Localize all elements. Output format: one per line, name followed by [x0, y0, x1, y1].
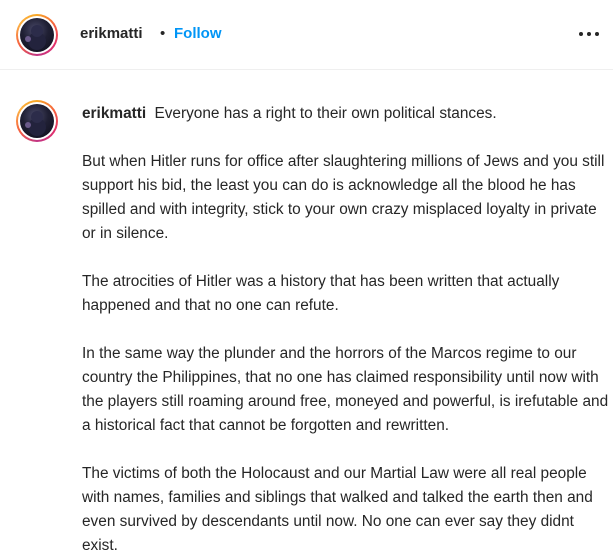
- comment-paragraph-text: Everyone has a right to their own politi…: [154, 105, 497, 122]
- comment-username[interactable]: erikmatti: [82, 105, 146, 122]
- separator-dot: •: [160, 25, 166, 42]
- comment-paragraph: But when Hitler runs for office after sl…: [82, 153, 605, 242]
- comment-avatar[interactable]: [16, 100, 58, 142]
- comment-text: erikmatti Everyone has a right to their …: [82, 102, 610, 556]
- more-horizontal-icon[interactable]: [578, 26, 600, 42]
- comment-paragraph: In the same way the plunder and the horr…: [82, 345, 609, 434]
- profile-photo: [20, 18, 54, 52]
- comment-paragraph: The victims of both the Holocaust and ou…: [82, 465, 593, 554]
- more-dot: [579, 32, 583, 36]
- post-header: erikmatti • Follow: [0, 0, 613, 70]
- profile-glow: [25, 36, 31, 42]
- follow-button[interactable]: Follow: [174, 25, 222, 43]
- more-dot: [587, 32, 591, 36]
- avatar[interactable]: [16, 14, 58, 56]
- header-username[interactable]: erikmatti: [80, 25, 143, 43]
- profile-figure: [31, 111, 43, 123]
- more-dot: [595, 32, 599, 36]
- comment-paragraph: erikmatti Everyone has a right to their …: [82, 102, 610, 126]
- profile-photo: [20, 104, 54, 138]
- comment-paragraph: The atrocities of Hitler was a history t…: [82, 273, 560, 314]
- profile-figure: [31, 25, 43, 37]
- profile-glow: [25, 122, 31, 128]
